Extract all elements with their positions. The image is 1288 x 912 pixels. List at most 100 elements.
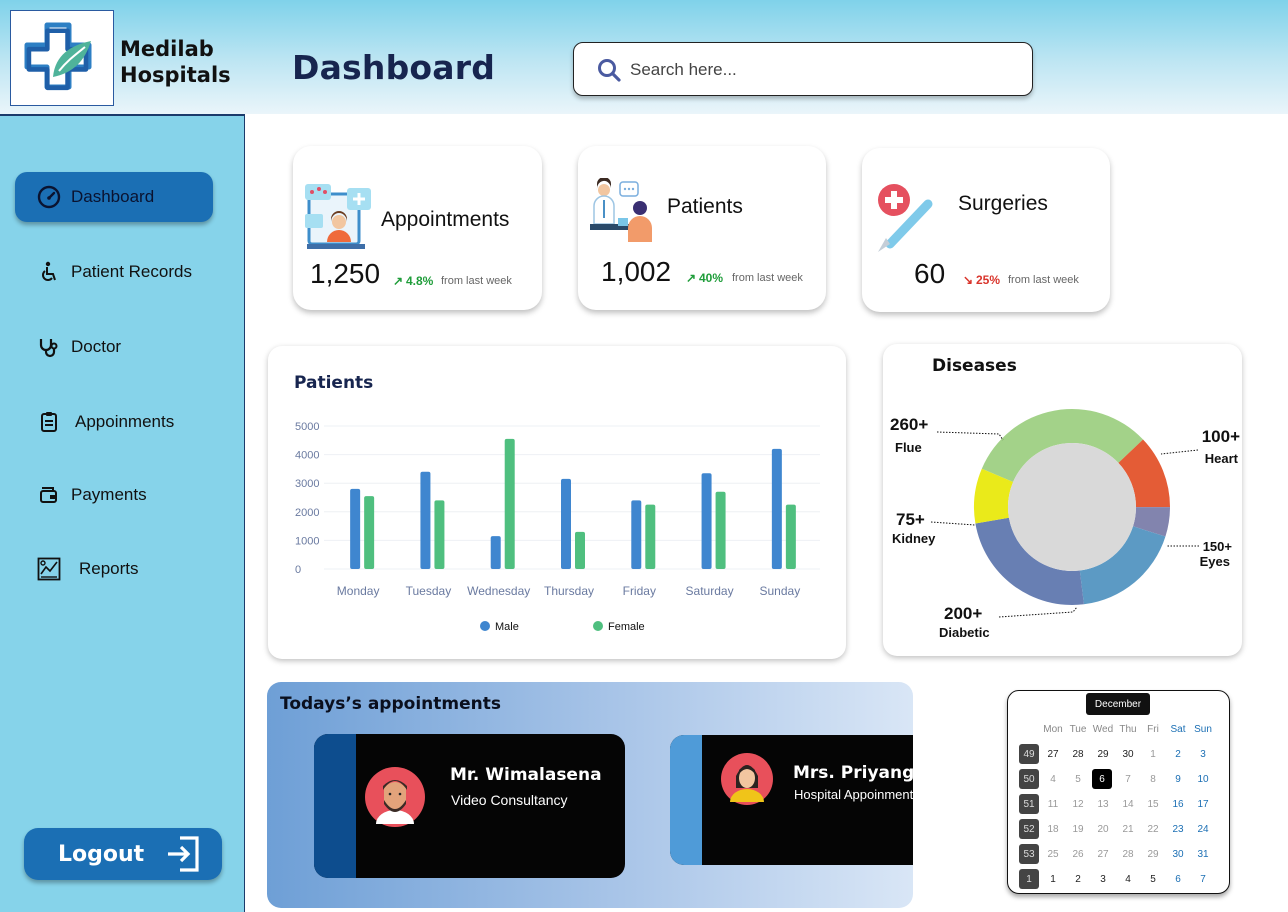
brand-line-1: Medilab: [120, 37, 214, 61]
bar-female[interactable]: [575, 531, 585, 569]
calendar-day[interactable]: 11: [1042, 794, 1064, 814]
bar-female[interactable]: [364, 496, 375, 569]
calendar-day[interactable]: 18: [1042, 819, 1064, 839]
stethoscope-icon: [37, 335, 61, 359]
bar-male[interactable]: [631, 500, 642, 569]
appointment-type: Video Consultancy: [451, 792, 568, 808]
calendar-day[interactable]: 27: [1092, 844, 1114, 864]
sidebar-item-label: Reports: [79, 559, 139, 578]
bar-female[interactable]: [504, 438, 515, 569]
stat-card-patients[interactable]: Patients 1,002 ↗ 40% from last week: [578, 146, 826, 310]
sidebar-item-label: Dashboard: [71, 187, 155, 206]
sidebar-item-appointments[interactable]: Appoinments: [15, 397, 213, 447]
logout-button[interactable]: Logout: [24, 828, 222, 880]
bar-female[interactable]: [715, 491, 726, 569]
todays-appointments: Todays’s appointments Mr. Wimalasena Vid…: [267, 682, 913, 908]
calendar-day[interactable]: 19: [1067, 819, 1089, 839]
calendar-day[interactable]: 28: [1117, 844, 1139, 864]
sidebar-item-label: Doctor: [71, 337, 122, 356]
calendar-day[interactable]: 6: [1167, 869, 1189, 889]
calendar-day[interactable]: 3: [1192, 744, 1214, 764]
calendar-day[interactable]: 3: [1092, 869, 1114, 889]
bar-male[interactable]: [350, 488, 361, 569]
calendar-day[interactable]: 24: [1192, 819, 1214, 839]
calendar-day[interactable]: 14: [1117, 794, 1139, 814]
calendar-widget: December Mon Tue Wed Thu Fri Sat Sun 49 27 28 29 30…: [1007, 690, 1230, 894]
slice-name-label: Diabetic: [939, 625, 990, 640]
logo: [10, 10, 114, 106]
stat-card-appointments[interactable]: Appointments 1,250 ↗ 4.8% from last week: [293, 146, 542, 310]
calendar-day[interactable]: 4: [1117, 869, 1139, 889]
appointment-card[interactable]: Mr. Wimalasena Video Consultancy: [314, 734, 625, 878]
calendar-day[interactable]: 5: [1142, 869, 1164, 889]
calendar-day[interactable]: 12: [1067, 794, 1089, 814]
calendar-day[interactable]: 8: [1142, 769, 1164, 789]
wallet-icon: [37, 483, 61, 507]
calendar-day[interactable]: 27: [1042, 744, 1064, 764]
y-tick-label: 4000: [295, 450, 319, 462]
bar-male[interactable]: [771, 448, 782, 569]
bar-female[interactable]: [785, 504, 796, 569]
calendar-day[interactable]: 5: [1067, 769, 1089, 789]
sidebar-item-dashboard[interactable]: Dashboard: [15, 172, 213, 222]
telehealth-icon: [305, 184, 371, 249]
calendar-day[interactable]: 4: [1042, 769, 1064, 789]
calendar-day[interactable]: 20: [1092, 819, 1114, 839]
trend-down-icon: ↘: [963, 273, 974, 287]
bar-male[interactable]: [420, 471, 431, 569]
calendar-day[interactable]: 21: [1117, 819, 1139, 839]
calendar-day[interactable]: 22: [1142, 819, 1164, 839]
calendar-day[interactable]: 1: [1042, 869, 1064, 889]
calendar-day[interactable]: 1: [1142, 744, 1164, 764]
sidebar-item-doctor[interactable]: Doctor: [15, 322, 213, 372]
stat-title: Patients: [667, 195, 743, 218]
bar-female[interactable]: [434, 500, 445, 569]
calendar-day[interactable]: 10: [1192, 769, 1214, 789]
bar-male[interactable]: [561, 478, 571, 569]
search-icon[interactable]: [596, 57, 622, 83]
patients-chart-panel: Patients 5000 4000 3000 2000 1000 0 Monday Tues…: [268, 346, 846, 659]
search-input[interactable]: [630, 57, 1010, 83]
calendar-day[interactable]: 28: [1067, 744, 1089, 764]
calendar-day[interactable]: 7: [1192, 869, 1214, 889]
calendar-day[interactable]: 25: [1042, 844, 1064, 864]
calendar-day[interactable]: 13: [1092, 794, 1114, 814]
calendar-day[interactable]: 30: [1117, 744, 1139, 764]
calendar-day[interactable]: 16: [1167, 794, 1189, 814]
calendar-day[interactable]: 15: [1142, 794, 1164, 814]
clipboard-icon: [37, 410, 61, 434]
trend-up-icon: ↗: [393, 274, 404, 288]
sidebar-item-reports[interactable]: Reports: [15, 544, 213, 594]
bar-female[interactable]: [645, 504, 656, 569]
appointment-card-accent: [670, 735, 702, 865]
sidebar-item-payments[interactable]: Payments: [15, 470, 213, 520]
calendar-day[interactable]: 29: [1092, 744, 1114, 764]
calendar-weekday: Wed: [1092, 723, 1114, 735]
calendar-day[interactable]: 6: [1092, 769, 1112, 789]
bar-male[interactable]: [490, 536, 501, 569]
calendar-day[interactable]: 9: [1167, 769, 1189, 789]
calendar-day[interactable]: 29: [1142, 844, 1164, 864]
stat-card-surgeries[interactable]: Surgeries 60 ↘ 25% from last week: [862, 148, 1110, 312]
appointment-card[interactable]: Mrs. Priyanga Hospital Appoinment: [670, 735, 913, 865]
legend-label: Female: [608, 621, 645, 633]
donut-hole: [1008, 443, 1136, 571]
calendar-day[interactable]: 2: [1067, 869, 1089, 889]
bar-male[interactable]: [701, 473, 712, 569]
calendar-day[interactable]: 31: [1192, 844, 1214, 864]
brand-line-2: Hospitals: [120, 63, 231, 87]
calendar-day[interactable]: 7: [1117, 769, 1139, 789]
calendar-day[interactable]: 2: [1167, 744, 1189, 764]
calendar-day[interactable]: 17: [1192, 794, 1214, 814]
stat-value: 60: [914, 258, 946, 289]
patient-name: Mr. Wimalasena: [450, 765, 602, 785]
x-tick-label: Wednesday: [467, 584, 530, 598]
wheelchair-icon: [37, 260, 61, 284]
calendar-day[interactable]: 26: [1067, 844, 1089, 864]
search-bar[interactable]: [573, 42, 1033, 96]
calendar-month[interactable]: December: [1086, 693, 1150, 715]
sidebar-item-patient-records[interactable]: Patient Records: [15, 247, 213, 297]
calendar-day[interactable]: 23: [1167, 819, 1189, 839]
male-avatar-icon: [365, 767, 425, 827]
calendar-day[interactable]: 30: [1167, 844, 1189, 864]
